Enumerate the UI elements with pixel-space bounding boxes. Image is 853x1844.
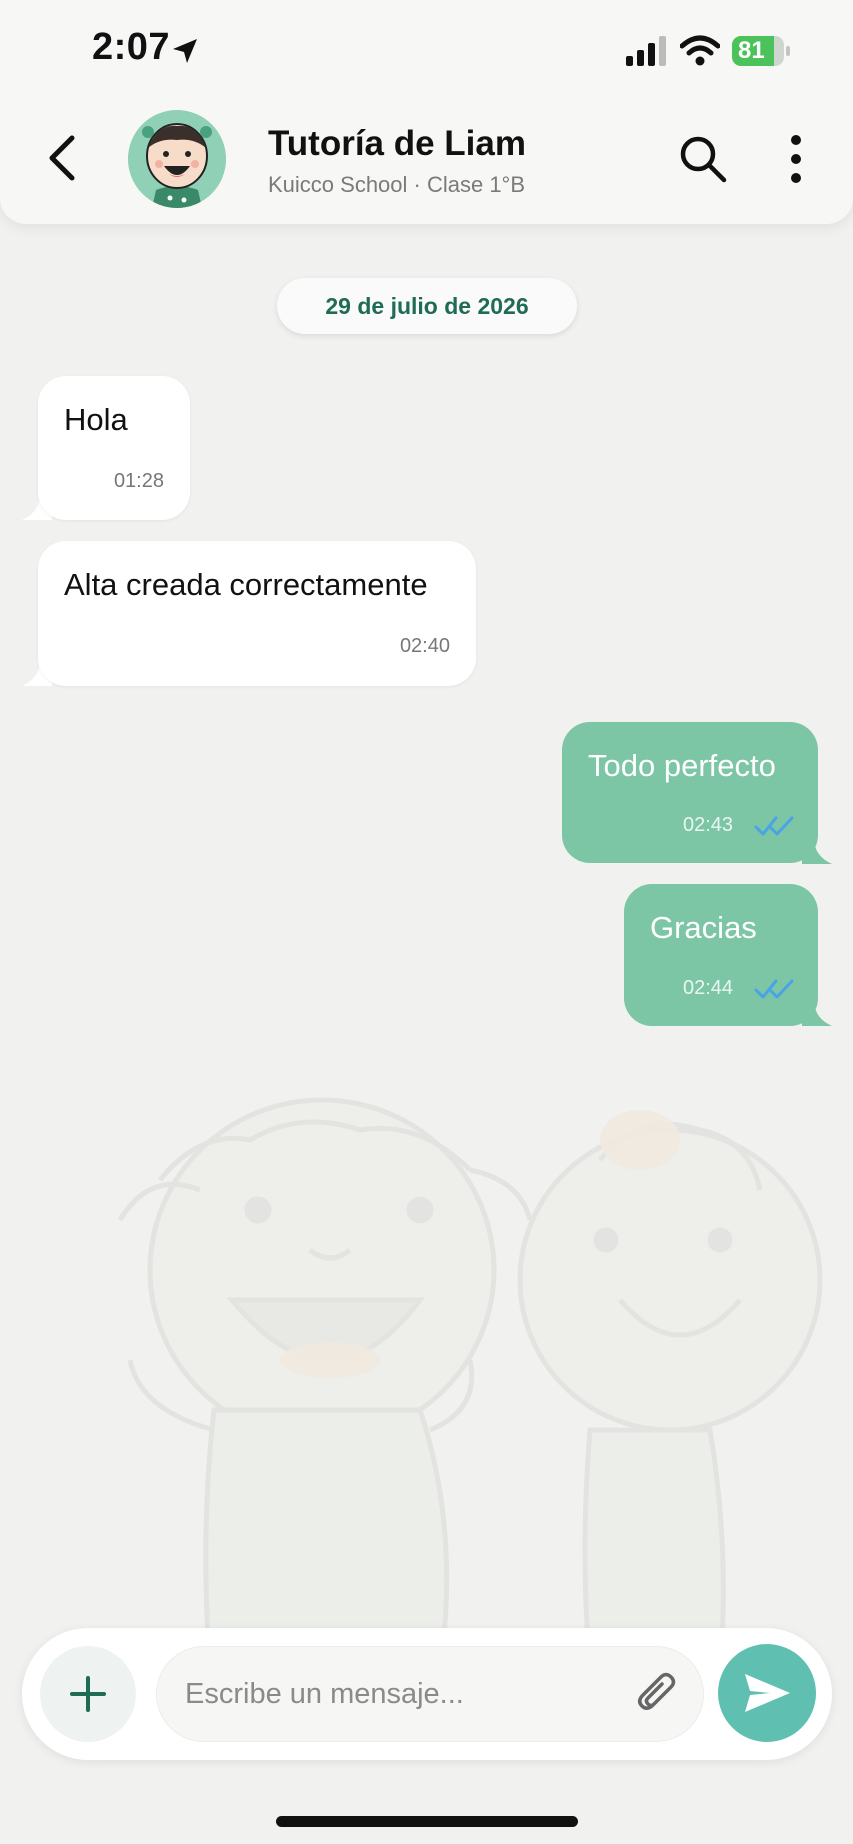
status-time: 2:07 — [92, 26, 171, 68]
battery-level: 81 — [738, 37, 765, 64]
message-time: 02:43 — [683, 814, 734, 836]
avatar[interactable] — [128, 110, 226, 208]
wifi-icon — [680, 35, 720, 66]
paperclip-icon[interactable] — [631, 1669, 683, 1721]
read-receipt-icon — [754, 979, 794, 999]
message-bubble-incoming[interactable]: Hola 01:28 — [38, 376, 190, 520]
home-indicator[interactable] — [276, 1816, 578, 1827]
send-icon — [745, 1674, 790, 1712]
message-text: Todo perfecto — [588, 748, 776, 783]
child-avatar-icon — [128, 110, 226, 208]
cellular-signal-icon — [626, 36, 666, 66]
add-attachment-button[interactable] — [40, 1646, 136, 1742]
message-bubble-outgoing[interactable]: Todo perfecto 02:43 — [562, 722, 818, 863]
plus-icon — [70, 1676, 106, 1712]
battery-cap — [786, 46, 790, 56]
message-text: Gracias — [650, 910, 757, 945]
message-text: Alta creada correctamente — [64, 567, 428, 602]
message-time: 01:28 — [113, 470, 164, 492]
send-button[interactable] — [718, 1644, 816, 1742]
message-input-container — [156, 1646, 704, 1742]
message-bubble-outgoing[interactable]: Gracias 02:44 — [624, 884, 818, 1026]
wallpaper-illustration — [117, 1097, 823, 1670]
message-input[interactable] — [185, 1647, 615, 1741]
chat-title[interactable]: Tutoría de Liam — [268, 124, 526, 164]
read-receipt-icon — [754, 816, 794, 836]
search-button[interactable] — [676, 132, 730, 186]
date-divider: 29 de julio de 2026 — [277, 278, 577, 334]
message-bubble-incoming[interactable]: Alta creada correctamente 02:40 — [38, 541, 476, 686]
back-button[interactable] — [38, 128, 88, 188]
chat-subtitle: Kuicco School · Clase 1°B — [268, 172, 526, 197]
more-options-button[interactable] — [780, 132, 812, 186]
message-time: 02:40 — [399, 635, 450, 657]
message-text: Hola — [64, 402, 128, 437]
chat-header: 2:07 81 Tutoría de Liam Kuicco School · … — [0, 0, 853, 224]
battery-body: 81 — [732, 36, 784, 66]
location-arrow-icon — [173, 39, 197, 63]
message-time: 02:44 — [683, 977, 734, 999]
chat-screen: 2:07 81 Tutoría de Liam Kuicco School · … — [0, 0, 853, 1844]
battery-indicator: 81 — [732, 36, 790, 66]
